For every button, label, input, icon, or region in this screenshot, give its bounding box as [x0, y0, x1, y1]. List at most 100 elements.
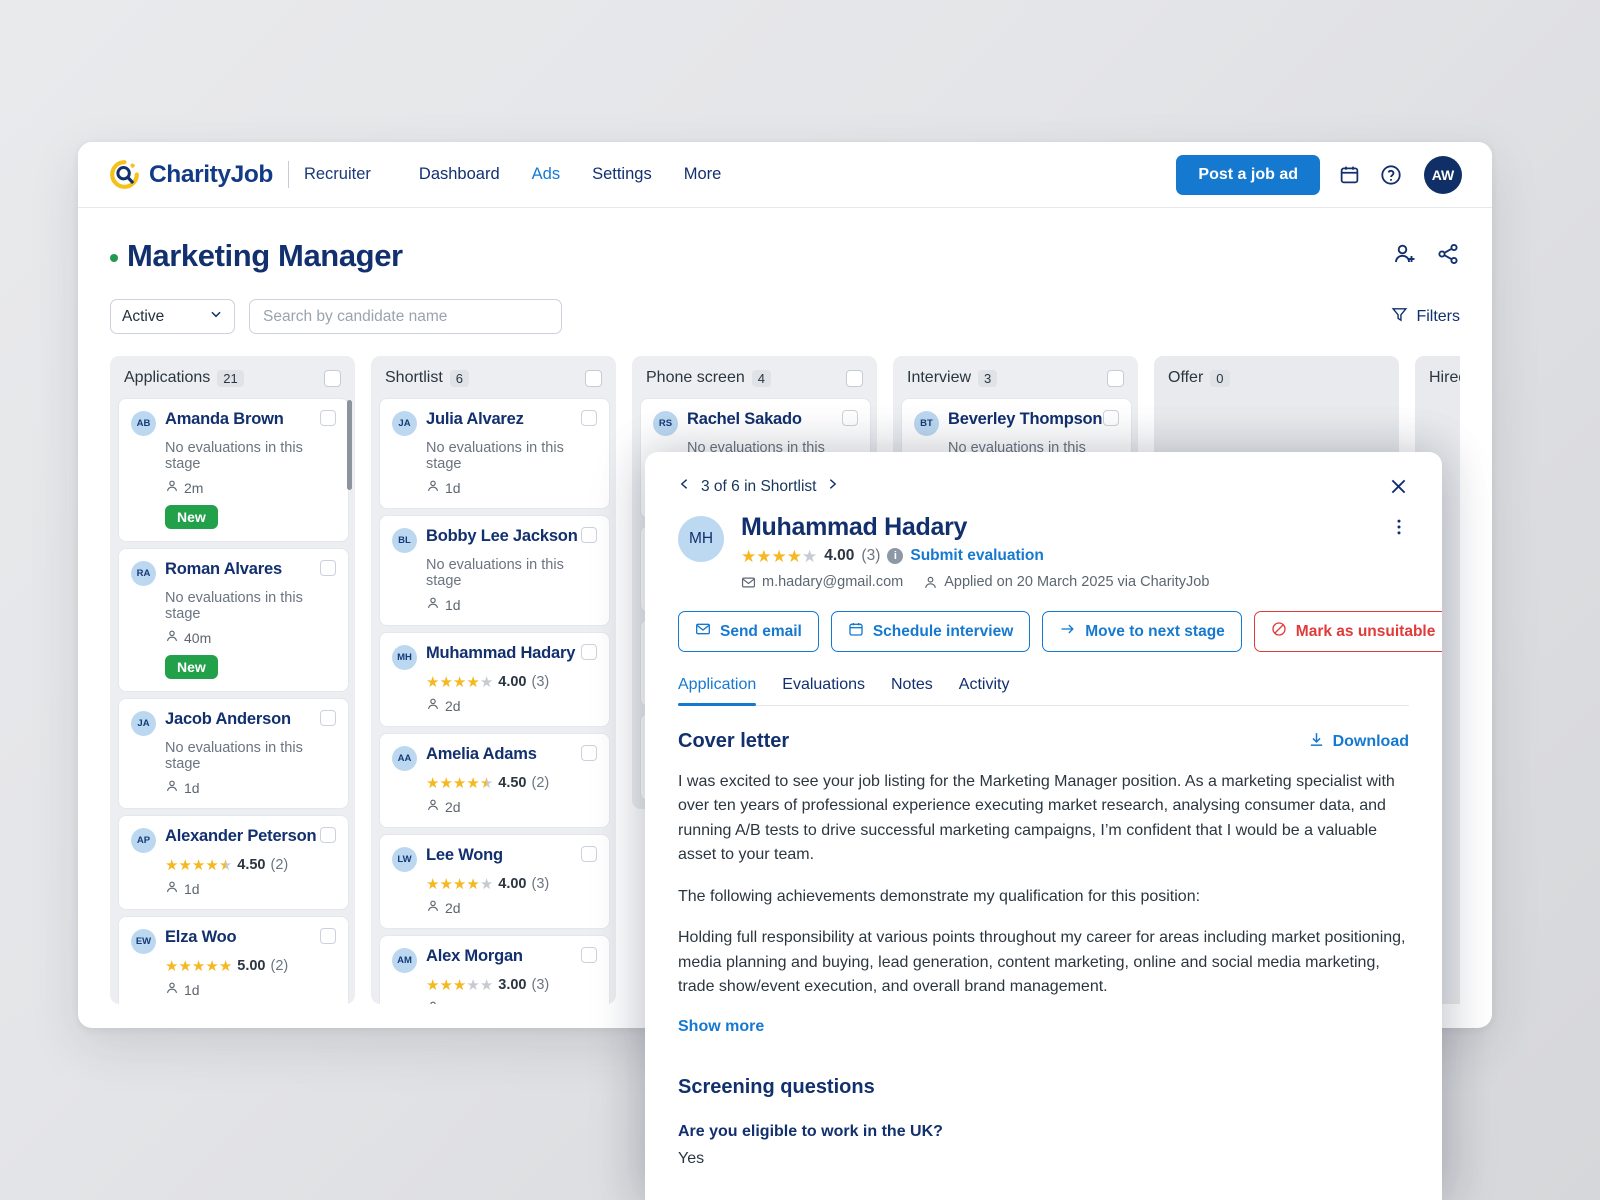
filters-label: Filters	[1416, 307, 1460, 325]
move-to-next-stage-label: Move to next stage	[1085, 622, 1225, 640]
nav-item-ads[interactable]: Ads	[532, 165, 560, 184]
candidate-pager[interactable]: 3 of 6 in Shortlist	[678, 476, 839, 497]
nav-item-settings[interactable]: Settings	[592, 165, 652, 184]
card-checkbox[interactable]	[320, 928, 336, 944]
candidate-card[interactable]: BL Bobby Lee Jackson No evaluations in t…	[379, 515, 610, 626]
share-icon[interactable]	[1436, 242, 1460, 271]
card-age: 1d	[184, 880, 200, 897]
more-options-icon[interactable]	[1389, 513, 1409, 542]
cover-letter-paragraph: I was excited to see your job listing fo…	[678, 773, 1395, 864]
schedule-interview-label: Schedule interview	[872, 622, 1014, 640]
card-checkbox[interactable]	[581, 846, 597, 862]
user-avatar[interactable]: AW	[1424, 155, 1462, 194]
help-circle-icon[interactable]	[1378, 162, 1404, 188]
rating-count: (3)	[861, 547, 881, 564]
add-person-icon[interactable]	[1393, 242, 1417, 271]
tab-notes[interactable]: Notes	[891, 676, 933, 705]
card-checkbox[interactable]	[581, 947, 597, 963]
calendar-icon[interactable]	[1336, 162, 1362, 188]
card-rating: ★ ★ ★ ★ ★ 4.50 (2)	[426, 775, 597, 791]
card-checkbox[interactable]	[581, 527, 597, 543]
column-title: Interview	[907, 369, 972, 386]
mark-as-unsuitable-button[interactable]: Mark as unsuitable	[1253, 611, 1442, 652]
show-more-link[interactable]: Show more	[678, 1018, 764, 1036]
column-cards: JA Julia Alvarez No evaluations in this …	[371, 398, 616, 1004]
info-icon[interactable]: i	[887, 548, 904, 564]
card-checkbox[interactable]	[581, 745, 597, 761]
star-rating-icon: ★ ★ ★ ★ ★	[165, 856, 233, 874]
card-meta: 1d	[165, 779, 336, 796]
download-button[interactable]: Download	[1308, 731, 1409, 753]
column-select-all-checkbox[interactable]	[1107, 369, 1124, 387]
card-checkbox[interactable]	[581, 410, 597, 426]
card-checkbox[interactable]	[320, 827, 336, 843]
schedule-interview-button[interactable]: Schedule interview	[830, 611, 1031, 652]
modal-tabs: Application Evaluations Notes Activity	[678, 676, 1409, 706]
candidate-card[interactable]: JA Jacob Anderson No evaluations in this…	[118, 698, 349, 809]
rating-value: 4.00	[824, 547, 855, 564]
candidate-card[interactable]: EW Elza Woo ★ ★ ★ ★ ★ 5.00 (2) 1d	[118, 916, 349, 1004]
candidate-card[interactable]: AM Alex Morgan ★ ★ ★ ★ ★ 3.00 (3)	[379, 935, 610, 1004]
tab-application[interactable]: Application	[678, 676, 757, 706]
column-scrollbar[interactable]	[347, 400, 352, 490]
column-select-all-checkbox[interactable]	[324, 369, 341, 387]
product-label: Recruiter	[303, 165, 371, 183]
column-select-all-checkbox[interactable]	[846, 369, 863, 387]
candidate-card[interactable]: AA Amelia Adams ★ ★ ★ ★ ★ 4.50 (2) 2d	[379, 733, 610, 828]
card-checkbox[interactable]	[581, 644, 597, 660]
status-filter-select[interactable]: Active	[110, 299, 235, 334]
person-icon	[165, 629, 179, 646]
filters-button[interactable]: Filters	[1391, 306, 1460, 328]
nav-item-dashboard[interactable]: Dashboard	[419, 165, 500, 184]
column-header: Phone screen 4	[632, 356, 877, 398]
send-email-button[interactable]: Send email	[678, 611, 819, 652]
candidate-card[interactable]: LW Lee Wong ★ ★ ★ ★ ★ 4.00 (3) 2d	[379, 834, 610, 929]
person-icon	[923, 575, 938, 590]
column-select-all-checkbox[interactable]	[585, 369, 602, 387]
close-icon[interactable]	[1388, 476, 1409, 497]
column-title: Shortlist	[385, 369, 443, 386]
rating-value: 4.00	[498, 876, 527, 892]
column-header: Applications 21	[110, 356, 355, 398]
tab-activity[interactable]: Activity	[959, 676, 1010, 705]
card-age: 1d	[184, 779, 200, 796]
nav-divider	[287, 161, 289, 188]
chevron-left-icon[interactable]	[678, 476, 691, 497]
mark-as-unsuitable-label: Mark as unsuitable	[1295, 622, 1436, 640]
column-title: Phone screen	[646, 369, 745, 386]
candidate-card[interactable]: MH Muhammad Hadary ★ ★ ★ ★ ★ 4.00 (3) 2d	[379, 632, 610, 727]
column-header: Shortlist 6	[371, 356, 616, 398]
tab-evaluations[interactable]: Evaluations	[782, 676, 865, 705]
card-checkbox[interactable]	[320, 710, 336, 726]
card-checkbox[interactable]	[320, 560, 336, 576]
avatar: JA	[131, 711, 156, 736]
post-a-job-ad-button[interactable]: Post a job ad	[1176, 154, 1320, 195]
card-checkbox[interactable]	[320, 410, 336, 426]
nav-item-more[interactable]: More	[684, 165, 722, 184]
person-icon	[165, 779, 179, 796]
candidate-card[interactable]: AP Alexander Peterson ★★★★★ 4.50 (2)	[118, 815, 349, 910]
candidate-card[interactable]: RA Roman Alvares No evaluations in this …	[118, 548, 349, 692]
rating-count: (2)	[531, 775, 550, 791]
search-input[interactable]	[249, 299, 562, 334]
rating-value: 5.00	[237, 958, 266, 974]
move-to-next-stage-button[interactable]: Move to next stage	[1042, 611, 1242, 652]
avatar: RS	[653, 411, 678, 436]
card-checkbox[interactable]	[842, 410, 858, 426]
screening-question: Are you eligible to work in the UK?	[678, 1122, 943, 1140]
card-meta: 1d	[426, 479, 597, 496]
candidate-card[interactable]: AB Amanda Brown No evaluations in this s…	[118, 398, 349, 542]
chevron-right-icon[interactable]	[826, 476, 839, 497]
column-header: Hired 0	[1415, 356, 1460, 398]
candidate-name: Muhammad Hadary	[741, 513, 968, 541]
candidate-card[interactable]: JA Julia Alvarez No evaluations in this …	[379, 398, 610, 509]
kanban-column-shortlist: Shortlist 6 JA Julia Alvarez No evaluati…	[371, 356, 616, 1004]
rating-value: 4.50	[498, 775, 527, 791]
column-count: 3	[978, 369, 998, 387]
card-checkbox[interactable]	[1103, 410, 1119, 426]
candidate-name: Jacob Anderson	[165, 710, 291, 728]
screening-questions-title: Screening questions	[678, 1075, 875, 1098]
brand-logo[interactable]: CharityJob	[110, 160, 273, 189]
chevron-down-icon	[209, 307, 223, 326]
submit-evaluation-link[interactable]: Submit evaluation	[910, 547, 1044, 565]
